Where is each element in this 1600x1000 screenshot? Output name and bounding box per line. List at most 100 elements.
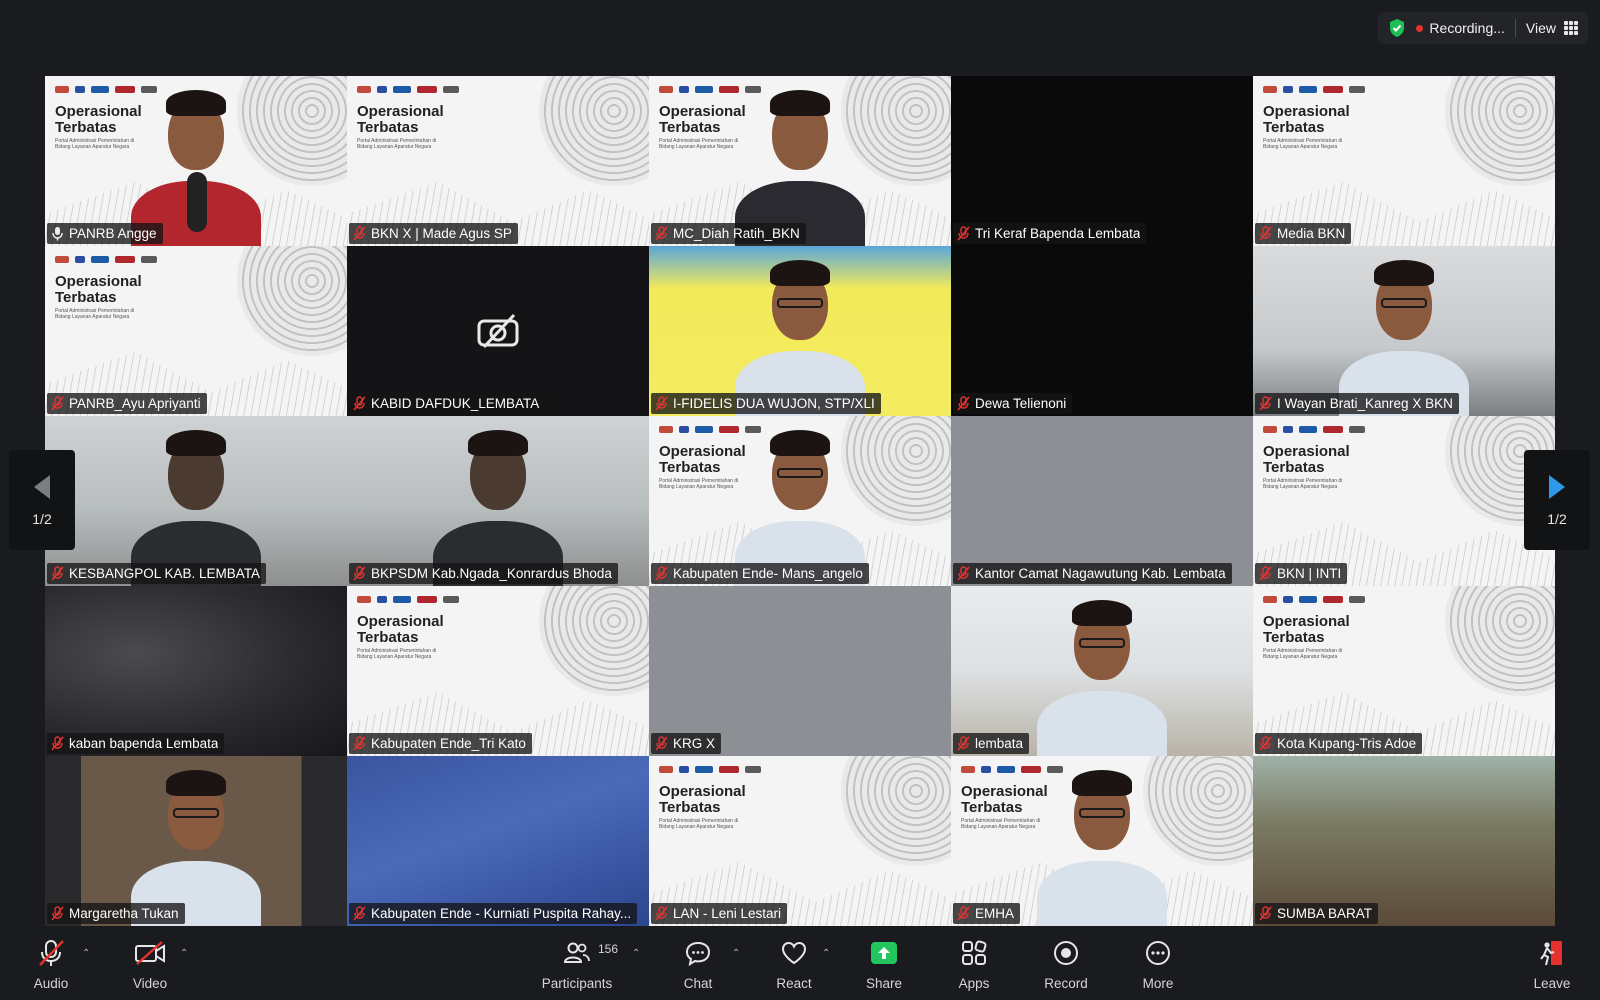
slide-title-line-2: Terbatas xyxy=(357,629,419,646)
camera-off-icon xyxy=(476,313,520,349)
record-button[interactable]: Record xyxy=(1026,926,1106,1000)
participant-tile[interactable]: lembata xyxy=(951,586,1253,756)
mic-muted-icon xyxy=(51,736,64,751)
participant-tile[interactable]: KABID DAFDUK_LEMBATA xyxy=(347,246,649,416)
participant-name: BKN X | Made Agus SP xyxy=(371,226,512,241)
mic-muted-icon xyxy=(1259,736,1272,751)
participant-tile[interactable]: I Wayan Brati_Kanreg X BKN xyxy=(1253,246,1555,416)
participant-tile[interactable]: Operasional Terbatas Portal Administrasi P… xyxy=(649,756,951,926)
mic-muted-icon xyxy=(353,906,366,921)
participant-tile[interactable]: Operasional Terbatas Portal Administrasi P… xyxy=(951,756,1253,926)
apps-button[interactable]: Apps xyxy=(934,926,1014,1000)
participant-name: Kabupaten Ende_Tri Kato xyxy=(371,736,526,751)
participant-tile[interactable]: Operasional Terbatas Portal Administrasi P… xyxy=(347,76,649,246)
video-feed xyxy=(951,246,1253,416)
participant-tile[interactable]: Operasional Terbatas Portal Administrasi P… xyxy=(649,76,951,246)
participant-name: KABID DAFDUK_LEMBATA xyxy=(371,396,540,411)
previous-page-button[interactable]: 1/2 xyxy=(9,450,75,550)
participant-tile[interactable]: Margaretha Tukan xyxy=(45,756,347,926)
participant-tile[interactable]: KESBANGPOL KAB. LEMBATA xyxy=(45,416,347,586)
slide-subtitle: Portal Administrasi Pemerintahan di Bida… xyxy=(1263,138,1343,150)
participant-video-person xyxy=(1329,246,1479,416)
participant-name: Margaretha Tukan xyxy=(69,906,179,921)
video-feed xyxy=(1253,756,1555,926)
arrow-right-icon xyxy=(1549,475,1565,499)
mic-on-icon xyxy=(52,227,63,241)
video-options-caret-icon[interactable]: ⌃ xyxy=(180,948,188,959)
participant-video-person xyxy=(121,76,271,246)
participant-name: I-FIDELIS DUA WUJON, STP/XLI xyxy=(673,396,875,411)
page-indicator-right: 1/2 xyxy=(1547,511,1567,527)
recording-indicator[interactable]: Recording... xyxy=(1416,20,1505,36)
participant-name-label: Kabupaten Ende - Kurniati Puspita Rahay.… xyxy=(349,903,638,924)
participant-tile[interactable]: Operasional Terbatas Portal Administrasi P… xyxy=(1253,416,1555,586)
slide-title-line-1: Operasional xyxy=(357,613,444,630)
arrow-left-icon xyxy=(34,475,50,499)
participant-name-label: PANRB_Ayu Apriyanti xyxy=(47,393,207,414)
view-button[interactable]: View xyxy=(1526,20,1578,36)
participant-tile[interactable]: KRG X xyxy=(649,586,951,756)
slide-title-line-1: Operasional xyxy=(357,103,444,120)
participants-count: 156 xyxy=(598,941,619,956)
participant-tile[interactable]: I-FIDELIS DUA WUJON, STP/XLI xyxy=(649,246,951,416)
participant-name-label: I-FIDELIS DUA WUJON, STP/XLI xyxy=(651,393,881,414)
recording-dot-icon xyxy=(1416,24,1424,32)
chat-icon xyxy=(681,936,715,970)
participant-name: lembata xyxy=(975,736,1024,751)
audio-label: Audio xyxy=(33,975,69,991)
slide-title-line-1: Operasional xyxy=(659,783,746,800)
participant-name: BKPSDM Kab.Ngada_Konrardus Bhoda xyxy=(371,566,612,581)
participant-tile[interactable]: Kabupaten Ende - Kurniati Puspita Rahay.… xyxy=(347,756,649,926)
mic-muted-icon xyxy=(353,736,366,751)
divider xyxy=(1514,19,1516,37)
participant-name: KESBANGPOL KAB. LEMBATA xyxy=(69,566,261,581)
page-indicator-left: 1/2 xyxy=(32,511,52,527)
participant-tile[interactable]: BKPSDM Kab.Ngada_Konrardus Bhoda xyxy=(347,416,649,586)
shield-icon[interactable] xyxy=(1388,18,1406,38)
participant-name-label: Kabupaten Ende- Mans_angelo xyxy=(651,563,869,584)
participant-tile[interactable]: Operasional Terbatas Portal Administrasi P… xyxy=(45,76,347,246)
react-options-caret-icon[interactable]: ⌃ xyxy=(822,948,830,959)
participant-name-label: MC_Diah Ratih_BKN xyxy=(651,223,806,244)
mic-muted-icon xyxy=(51,566,64,581)
video-feed xyxy=(347,756,649,926)
video-label: Video xyxy=(132,975,168,991)
participant-name-label: KABID DAFDUK_LEMBATA xyxy=(349,393,546,414)
react-button[interactable]: React xyxy=(754,926,834,1000)
mic-muted-icon xyxy=(353,566,366,581)
leave-button[interactable]: Leave xyxy=(1512,926,1592,1000)
leave-door-icon xyxy=(1535,936,1569,970)
participant-tile[interactable]: Operasional Terbatas Portal Administrasi P… xyxy=(347,586,649,756)
participant-name: BKN | INTI xyxy=(1277,566,1342,581)
participant-tile[interactable]: Operasional Terbatas Portal Administrasi P… xyxy=(1253,586,1555,756)
participant-tile[interactable]: Operasional Terbatas Portal Administrasi P… xyxy=(45,246,347,416)
participant-name-label: BKN | INTI xyxy=(1255,563,1348,584)
participant-name: Tri Keraf Bapenda Lembata xyxy=(975,226,1141,241)
participant-tile[interactable]: Tri Keraf Bapenda Lembata xyxy=(951,76,1253,246)
audio-options-caret-icon[interactable]: ⌃ xyxy=(82,948,90,959)
video-button[interactable]: Video xyxy=(110,926,190,1000)
participant-tile[interactable]: SUMBA BARAT xyxy=(1253,756,1555,926)
participant-name: EMHA xyxy=(975,906,1015,921)
participant-tile[interactable]: kaban bapenda Lembata xyxy=(45,586,347,756)
more-button[interactable]: More xyxy=(1118,926,1198,1000)
participants-button[interactable]: 156 Participants xyxy=(537,926,619,1000)
participant-tile[interactable]: Operasional Terbatas Portal Administrasi P… xyxy=(649,416,951,586)
chat-button[interactable]: Chat xyxy=(658,926,738,1000)
participant-name: Kantor Camat Nagawutung Kab. Lembata xyxy=(975,566,1226,581)
participant-name: LAN - Leni Lestari xyxy=(673,906,782,921)
participant-name: MC_Diah Ratih_BKN xyxy=(673,226,800,241)
next-page-button[interactable]: 1/2 xyxy=(1524,450,1590,550)
audio-button[interactable]: Audio xyxy=(11,926,91,1000)
mic-muted-icon xyxy=(957,396,970,411)
participants-options-caret-icon[interactable]: ⌃ xyxy=(632,948,640,959)
mic-muted-icon xyxy=(353,396,366,411)
participant-tile[interactable]: Kantor Camat Nagawutung Kab. Lembata xyxy=(951,416,1253,586)
share-button[interactable]: Share xyxy=(844,926,924,1000)
participant-tile[interactable]: Operasional Terbatas Portal Administrasi P… xyxy=(1253,76,1555,246)
participant-name-label: Kota Kupang-Tris Adoe xyxy=(1255,733,1423,754)
slide-subtitle: Portal Administrasi Pemerintahan di Bida… xyxy=(659,818,739,830)
participant-tile[interactable]: Dewa Telienoni xyxy=(951,246,1253,416)
chat-options-caret-icon[interactable]: ⌃ xyxy=(732,948,740,959)
gallery-grid-icon xyxy=(1564,21,1578,35)
